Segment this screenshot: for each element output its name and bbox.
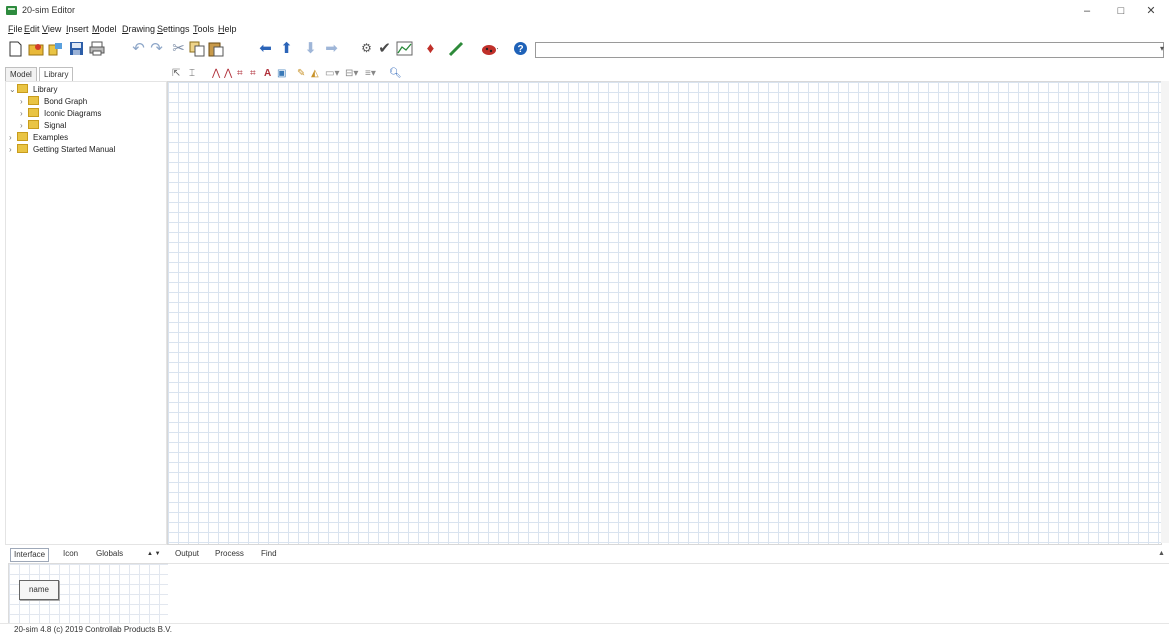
menu-edit[interactable]: Edit [24,24,40,34]
redo-icon[interactable]: ↷ [148,40,165,57]
copy-icon[interactable] [188,40,205,57]
tab-scroll-arrows[interactable]: ▲ ▼ [144,548,164,560]
model-canvas[interactable] [167,81,1162,545]
tab-globals[interactable]: Globals [93,548,126,560]
menu-help[interactable]: Help [218,24,237,34]
go-back-icon[interactable]: ⬅ [257,40,274,57]
maximize-button[interactable]: □ [1106,3,1136,19]
check-icon[interactable]: ✔ [376,40,393,57]
tree-item-library[interactable]: ⌄ Library [9,84,57,95]
chevron-down-icon[interactable]: ▾ [1160,44,1164,53]
go-up-icon[interactable]: ⬆ [278,40,295,57]
select-pointer-icon[interactable]: ⇱ [172,67,180,80]
align-dropdown-icon[interactable]: ⊟▾ [345,67,358,80]
canvas-scrollbar[interactable] [1161,81,1169,543]
chevron-down-icon[interactable]: ⌄ [9,84,17,95]
title-bar [0,0,1169,22]
tab-interface[interactable]: Interface [10,548,50,562]
tree-item-getting-started-manual[interactable]: › Getting Started Manual [9,144,115,155]
text-tool-icon[interactable]: A [264,67,271,80]
svg-text:?: ? [517,44,523,55]
polyline-tool-icon[interactable]: ⋀ [224,67,232,80]
help-icon[interactable]: ? [512,40,529,57]
menu-tools[interactable]: Tools [193,24,214,34]
menu-view[interactable]: View [42,24,61,34]
status-bar [0,623,1169,636]
tab-icon[interactable]: Icon [60,548,81,560]
go-down-icon[interactable]: ⬇ [302,40,319,57]
ellipse-tool-icon[interactable]: ⌗ [250,67,256,80]
tab-find[interactable]: Find [258,548,280,560]
print-icon[interactable] [88,40,105,57]
tree-item-signal[interactable]: › Signal [20,120,66,131]
image-tool-icon[interactable]: ▣ [277,67,286,80]
menu-settings[interactable]: Settings [157,24,190,34]
zoom-icon[interactable]: 🔍︎ [389,67,402,80]
close-button[interactable]: ✕ [1136,3,1166,19]
toolbar-search-input[interactable] [535,42,1164,58]
new-file-icon[interactable] [7,40,24,57]
rectangle-tool-icon[interactable]: ⌗ [237,67,243,80]
interface-name-box[interactable]: name [19,580,59,600]
open-folder-icon[interactable] [27,40,44,57]
tab-library[interactable]: Library [39,67,74,82]
edit-pencil-icon[interactable] [447,40,464,57]
insert-icon[interactable]: ♦ [422,40,439,57]
text-cursor-icon[interactable]: ⌶ [189,67,195,80]
tree-item-examples[interactable]: › Examples [9,132,68,143]
folder-icon [28,108,39,117]
folder-icon [17,144,28,153]
simulator-icon[interactable] [396,40,413,57]
chevron-right-icon[interactable]: › [9,132,17,143]
minimize-button[interactable]: – [1072,3,1102,19]
gear-icon[interactable]: ⚙ [358,40,375,57]
fill-color-icon[interactable]: ◭ [311,67,319,80]
undo-icon[interactable]: ↶ [130,40,147,57]
folder-icon [17,84,28,93]
pen-color-icon[interactable]: ✎ [297,67,305,80]
save-icon[interactable] [68,40,85,57]
menu-file[interactable]: File [8,24,23,34]
paste-icon[interactable] [207,40,224,57]
chevron-right-icon[interactable]: › [20,108,28,119]
ladybug-icon[interactable] [481,40,498,57]
chevron-right-icon[interactable]: › [20,96,28,107]
distribute-dropdown-icon[interactable]: ≡▾ [365,67,376,80]
menu-insert[interactable]: Insert [66,24,89,34]
menu-drawing[interactable]: Drawing [122,24,155,34]
line-tool-icon[interactable]: ⋀ [212,67,220,80]
tab-model[interactable]: Model [5,67,37,82]
tree-item-iconic-diagrams[interactable]: › Iconic Diagrams [20,108,101,119]
collapse-up-icon[interactable]: ▲ [1158,550,1165,557]
go-forward-icon[interactable]: ➡ [323,40,340,57]
folder-icon [17,132,28,141]
tab-process[interactable]: Process [212,548,247,560]
menu-model[interactable]: Model [92,24,117,34]
chevron-right-icon[interactable]: › [9,144,17,155]
chevron-right-icon[interactable]: › [20,120,28,131]
open-library-icon[interactable] [47,40,64,57]
output-panel [168,563,1169,623]
tree-item-bond-graph[interactable]: › Bond Graph [20,96,87,107]
cut-icon[interactable]: ✂ [170,40,187,57]
bottom-left-tabs: Interface Icon Globals ▲ ▼ [8,548,168,562]
status-text: 20-sim 4.8 (c) 2019 Controllab Products … [14,625,173,634]
bottom-right-tabs: Output Process Find [170,548,570,562]
app-logo-icon [6,6,17,15]
tab-output[interactable]: Output [172,548,202,560]
library-tree: ⌄ Library › Bond Graph › Iconic Diagrams › S… [5,81,167,545]
drawing-toolbar: ⇱ ⌶ ⋀ ⋀ ⌗ ⌗ A ▣ ✎ ◭ ▭▾ ⊟▾ ≡▾ 🔍︎ [168,67,468,81]
shape-dropdown-icon[interactable]: ▭▾ [325,67,339,80]
folder-icon [28,96,39,105]
window-title: 20-sim Editor [22,5,76,15]
menu-bar: File Edit View Insert Model Drawing Sett… [0,22,600,36]
folder-icon [28,120,39,129]
